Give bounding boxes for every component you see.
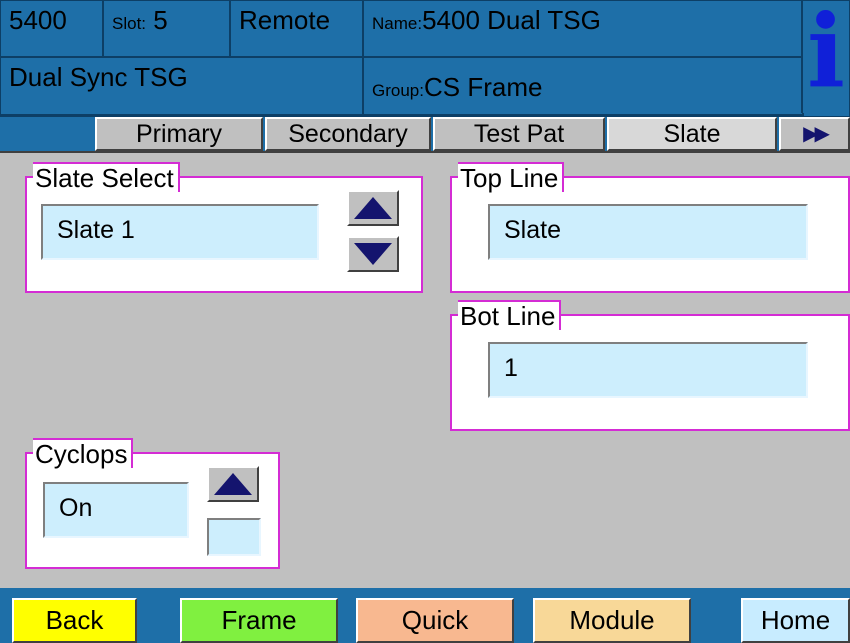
frame-button[interactable]: Frame bbox=[180, 598, 338, 643]
slot-cell: Slot: 5 bbox=[104, 1, 231, 58]
group-cell: Group:CS Frame bbox=[364, 58, 804, 116]
arrow-up-icon bbox=[354, 197, 392, 219]
model-text: 5400 bbox=[9, 5, 67, 35]
bot-line-group: Bot Line 1 bbox=[450, 300, 850, 431]
quick-button[interactable]: Quick bbox=[356, 598, 514, 643]
tab-primary[interactable]: Primary bbox=[95, 117, 263, 151]
cyclops-label: Cyclops bbox=[33, 438, 134, 468]
mode-cell: Remote bbox=[231, 1, 364, 58]
top-line-field[interactable]: Slate bbox=[488, 204, 808, 260]
bot-line-label: Bot Line bbox=[458, 300, 562, 330]
device-type-text: Dual Sync TSG bbox=[9, 62, 188, 92]
slot-value: 5 bbox=[153, 5, 168, 35]
model-cell: 5400 bbox=[1, 1, 104, 58]
bot-line-field[interactable]: 1 bbox=[488, 342, 808, 398]
group-label: Group: bbox=[372, 81, 424, 100]
name-label: Name: bbox=[372, 14, 423, 33]
slate-select-down-button[interactable] bbox=[347, 236, 399, 272]
tab-test-pat[interactable]: Test Pat bbox=[433, 117, 605, 151]
mode-text: Remote bbox=[239, 5, 331, 35]
cyclops-down-placeholder bbox=[207, 518, 261, 556]
group-value: CS Frame bbox=[423, 72, 543, 102]
tab-scroll-right-icon[interactable]: ▶▶ bbox=[779, 117, 850, 151]
header: 5400 Slot: 5 Remote Name:5400 Dual TSG D… bbox=[0, 0, 850, 117]
home-button[interactable]: Home bbox=[741, 598, 850, 643]
arrow-down-icon bbox=[354, 243, 392, 265]
tab-secondary[interactable]: Secondary bbox=[265, 117, 431, 151]
slate-select-group: Slate Select Slate 1 bbox=[25, 162, 423, 293]
module-button[interactable]: Module bbox=[533, 598, 691, 643]
info-icon[interactable]: i bbox=[801, 1, 849, 113]
name-value: 5400 Dual TSG bbox=[422, 5, 601, 35]
tab-slate[interactable]: Slate bbox=[607, 117, 777, 151]
slate-select-field[interactable]: Slate 1 bbox=[41, 204, 319, 260]
slate-select-up-button[interactable] bbox=[347, 190, 399, 226]
name-cell: Name:5400 Dual TSG bbox=[364, 1, 804, 58]
cyclops-group: Cyclops On bbox=[25, 438, 280, 569]
back-button[interactable]: Back bbox=[12, 598, 137, 643]
device-type-cell: Dual Sync TSG bbox=[1, 58, 364, 116]
top-line-group: Top Line Slate bbox=[450, 162, 850, 293]
arrow-up-icon bbox=[214, 473, 252, 495]
cyclops-up-button[interactable] bbox=[207, 466, 259, 502]
slate-select-label: Slate Select bbox=[33, 162, 180, 192]
top-line-label: Top Line bbox=[458, 162, 565, 192]
cyclops-field[interactable]: On bbox=[43, 482, 189, 538]
slot-label: Slot: bbox=[112, 14, 147, 33]
